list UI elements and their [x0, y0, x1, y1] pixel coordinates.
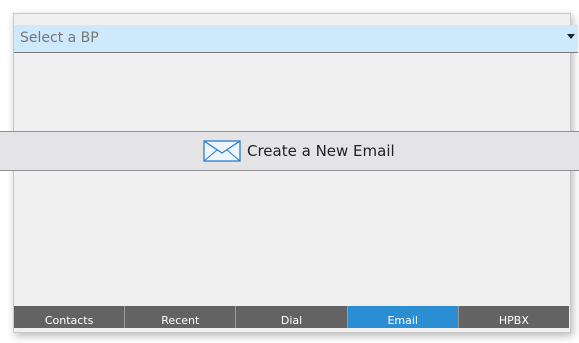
bottom-tab-bar: Contacts Recent Dial Email HPBX	[14, 306, 570, 328]
create-new-email-label: Create a New Email	[247, 142, 395, 160]
tab-hpbx[interactable]: HPBX	[458, 306, 570, 328]
create-new-email-content: Create a New Email	[203, 140, 395, 162]
tab-contacts[interactable]: Contacts	[14, 306, 126, 328]
bp-select-placeholder: Select a BP	[20, 30, 99, 46]
phone-panel	[13, 13, 571, 333]
tab-email[interactable]: Email	[347, 306, 459, 328]
create-new-email-button[interactable]: Create a New Email	[0, 131, 579, 171]
envelope-icon	[203, 140, 241, 162]
tab-dial[interactable]: Dial	[236, 306, 348, 328]
bp-select-dropdown[interactable]: Select a BP	[14, 25, 578, 53]
tab-recent[interactable]: Recent	[125, 306, 237, 328]
dropdown-arrow-icon[interactable]	[567, 34, 575, 39]
